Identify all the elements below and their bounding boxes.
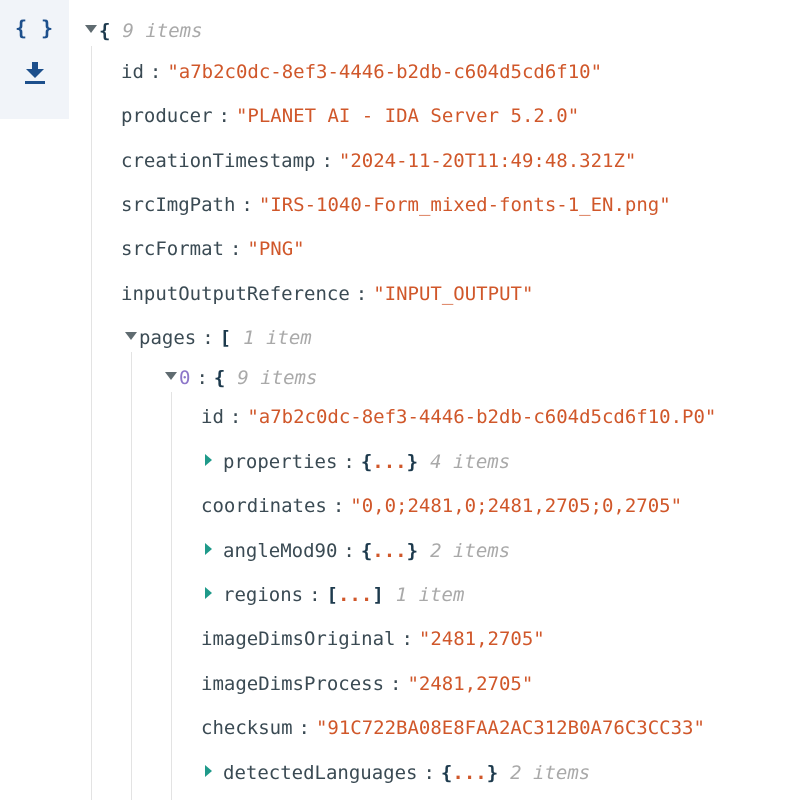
field-key: id xyxy=(121,61,144,83)
field-row-producer: producer: "PLANET AI - IDA Server 5.2.0" xyxy=(121,101,579,131)
colon-separator: : xyxy=(309,584,321,606)
field-value[interactable]: "INPUT_OUTPUT" xyxy=(373,283,533,305)
collapsed-toggle-icon[interactable] xyxy=(205,586,212,599)
page-node-detected-languages[interactable]: detectedLanguages: {...} 2 items xyxy=(205,758,590,788)
collapsed-ellipsis: ... xyxy=(452,762,487,784)
bracket: [ xyxy=(326,584,338,606)
collapsed-toggle-icon[interactable] xyxy=(205,542,212,555)
guide-line-pages xyxy=(131,352,132,800)
colon-separator: : xyxy=(202,327,214,349)
field-key: producer xyxy=(121,105,213,127)
bracket: { xyxy=(360,540,373,562)
colon-separator: : xyxy=(390,673,402,695)
bracket: { xyxy=(360,451,373,473)
guide-line-page0 xyxy=(171,392,172,800)
collapsed-ellipsis: ... xyxy=(372,451,407,473)
pages-node[interactable]: pages:[1 item xyxy=(125,323,312,353)
bracket: } xyxy=(406,540,419,562)
colon-separator: : xyxy=(149,61,162,83)
field-value[interactable]: "2481,2705" xyxy=(419,628,545,650)
page-field-id: id: "a7b2c0dc-8ef3-4446-b2db-c604d5cd6f10… xyxy=(201,406,717,428)
field-row-creation-timestamp: creationTimestamp: "2024-11-20T11:49:48.3… xyxy=(121,146,636,176)
guide-line-root xyxy=(91,46,92,800)
bracket: } xyxy=(406,451,419,473)
array-index: 0 xyxy=(179,367,191,389)
field-value[interactable]: "2024-11-20T11:49:48.321Z" xyxy=(339,150,636,172)
item-count: 4 items xyxy=(430,451,511,473)
download-button[interactable] xyxy=(0,52,69,92)
bracket: [ xyxy=(219,327,232,349)
field-key: srcFormat xyxy=(121,238,224,260)
colon-separator: : xyxy=(229,406,242,428)
item-count: 1 item xyxy=(395,584,465,606)
download-icon xyxy=(24,62,45,84)
collapsed-ellipsis: ... xyxy=(337,584,373,606)
collapsed-ellipsis: ... xyxy=(372,540,407,562)
expanded-toggle-icon[interactable] xyxy=(125,331,137,340)
colon-separator: : xyxy=(355,283,368,305)
colon-separator: : xyxy=(343,451,355,473)
bracket: { xyxy=(99,20,111,42)
sidebar: { } xyxy=(0,0,69,119)
field-value[interactable]: "a7b2c0dc-8ef3-4446-b2db-c604d5cd6f10.P0… xyxy=(247,406,716,428)
page-field-image-dims-process: imageDimsProcess: "2481,2705" xyxy=(201,673,534,695)
bracket: { xyxy=(440,762,453,784)
item-count: 9 items xyxy=(122,20,203,42)
item-count: 2 items xyxy=(430,540,511,562)
page-node-regions[interactable]: regions: [...] 1 item xyxy=(205,580,464,610)
expanded-toggle-icon[interactable] xyxy=(85,24,97,33)
field-row-src-img-path: srcImgPath: "IRS-1040-Form_mixed-fonts-1_… xyxy=(121,190,671,220)
colon-separator: : xyxy=(332,495,345,517)
json-view-toggle-button[interactable]: { } xyxy=(0,8,69,48)
colon-separator: : xyxy=(196,367,208,389)
item-count: 2 items xyxy=(510,762,591,784)
field-value[interactable]: "PNG" xyxy=(247,238,304,260)
field-key: inputOutputReference xyxy=(121,283,350,305)
colon-separator: : xyxy=(343,540,355,562)
braces-icon: { } xyxy=(14,16,55,40)
bracket: ] xyxy=(372,584,384,606)
field-row-src-format: srcFormat: "PNG" xyxy=(121,234,305,264)
collapsed-toggle-icon[interactable] xyxy=(205,764,212,777)
colon-separator: : xyxy=(241,194,253,216)
page-node-angle-mod-90[interactable]: angleMod90: {...} 2 items xyxy=(205,536,510,566)
field-key: creationTimestamp xyxy=(121,150,316,172)
colon-separator: : xyxy=(218,105,230,127)
page-field-image-dims-original: imageDimsOriginal: "2481,2705" xyxy=(201,628,545,650)
colon-separator: : xyxy=(321,150,333,172)
page-field-coordinates: coordinates: "0,0;2481,0;2481,2705;0,2705… xyxy=(201,495,683,517)
collapsed-toggle-icon[interactable] xyxy=(205,453,212,466)
bracket: { xyxy=(213,367,226,389)
colon-separator: : xyxy=(298,717,310,739)
field-value[interactable]: "PLANET AI - IDA Server 5.2.0" xyxy=(236,105,579,127)
field-value[interactable]: "91C722BA08E8FAA2AC312B0A76C3CC33" xyxy=(316,717,705,739)
expanded-toggle-icon[interactable] xyxy=(165,371,177,380)
root-node[interactable]: {9 items xyxy=(85,16,203,46)
colon-separator: : xyxy=(229,238,242,260)
page-0-node[interactable]: 0:{9 items xyxy=(165,363,317,393)
colon-separator: : xyxy=(423,762,435,784)
field-row-input-output-reference: inputOutputReference: "INPUT_OUTPUT" xyxy=(121,279,533,309)
field-value[interactable]: "2481,2705" xyxy=(407,673,533,695)
field-value[interactable]: "a7b2c0dc-8ef3-4446-b2db-c604d5cd6f10" xyxy=(167,61,602,83)
field-key: srcImgPath xyxy=(121,194,236,216)
page-field-checksum: checksum: "91C722BA08E8FAA2AC312B0A76C3CC… xyxy=(201,717,705,739)
item-count: 1 item xyxy=(243,327,312,349)
page-node-properties[interactable]: properties: {...} 4 items xyxy=(205,447,510,477)
field-value[interactable]: "0,0;2481,0;2481,2705;0,2705" xyxy=(350,495,682,517)
item-count: 9 items xyxy=(237,367,318,389)
json-viewer: {9 items id: "a7b2c0dc-8ef3-4446-b2db-c60… xyxy=(69,0,800,800)
field-row-id: id: "a7b2c0dc-8ef3-4446-b2db-c604d5cd6f10… xyxy=(121,57,602,87)
colon-separator: : xyxy=(401,628,413,650)
field-value[interactable]: "IRS-1040-Form_mixed-fonts-1_EN.png" xyxy=(259,194,671,216)
bracket: } xyxy=(486,762,499,784)
